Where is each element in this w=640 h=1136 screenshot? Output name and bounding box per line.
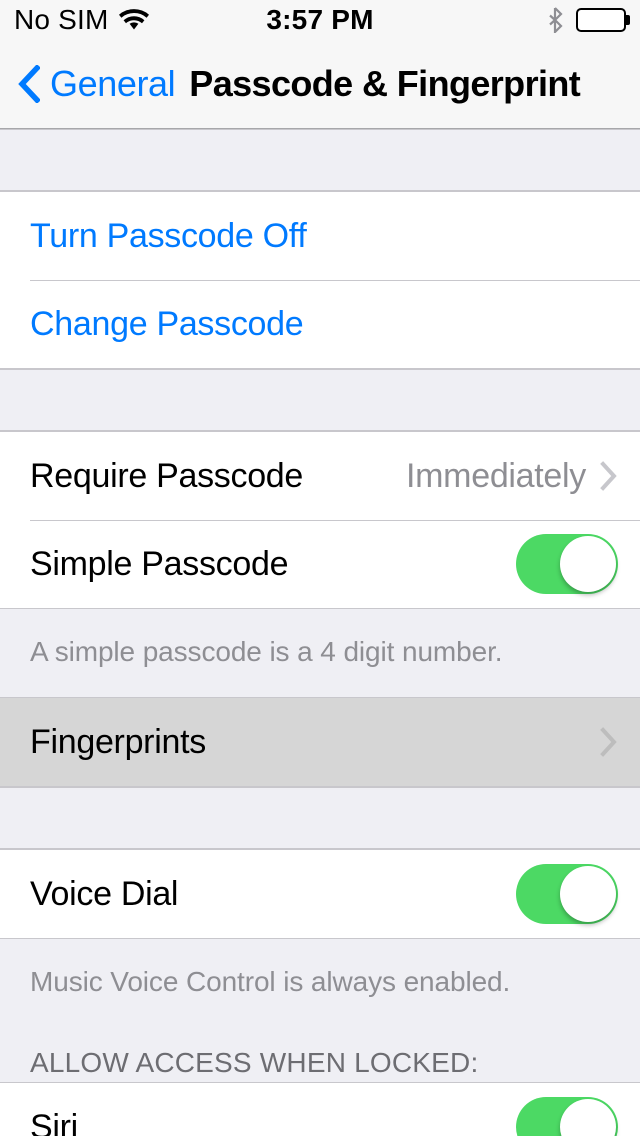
row-accessory bbox=[600, 727, 618, 757]
footer-voice-dial-block: Music Voice Control is always enabled. A… bbox=[0, 939, 640, 1082]
siri-toggle[interactable] bbox=[516, 1097, 618, 1136]
row-label: Require Passcode bbox=[30, 456, 304, 495]
section-allow-access: Siri bbox=[0, 1082, 640, 1136]
row-label: Siri bbox=[30, 1107, 78, 1136]
section-fingerprints: Fingerprints bbox=[0, 697, 640, 787]
row-label: Simple Passcode bbox=[30, 544, 289, 583]
section-gap-2 bbox=[0, 787, 640, 849]
section-gap-1 bbox=[0, 369, 640, 431]
battery-icon bbox=[576, 8, 630, 32]
footer-voice-dial: Music Voice Control is always enabled. bbox=[30, 966, 511, 997]
back-button[interactable]: General bbox=[18, 63, 176, 105]
section-gap-top bbox=[0, 129, 640, 191]
section-passcode-options: Require Passcode Immediately Simple Pass… bbox=[0, 431, 640, 609]
status-bar: No SIM 3:57 PM bbox=[0, 0, 640, 40]
row-label: Change Passcode bbox=[30, 304, 304, 343]
chevron-right-icon bbox=[600, 461, 618, 491]
footer-simple-passcode: A simple passcode is a 4 digit number. bbox=[30, 636, 503, 667]
row-change-passcode[interactable]: Change Passcode bbox=[0, 280, 640, 368]
section-passcode-actions: Turn Passcode Off Change Passcode bbox=[0, 191, 640, 369]
status-bar-right bbox=[548, 7, 630, 33]
row-fingerprints[interactable]: Fingerprints bbox=[0, 698, 640, 786]
chevron-right-icon bbox=[600, 727, 618, 757]
row-siri[interactable]: Siri bbox=[0, 1083, 640, 1136]
row-accessory: Immediately bbox=[406, 457, 618, 496]
footer-simple-passcode-block: A simple passcode is a 4 digit number. bbox=[0, 609, 640, 697]
row-label: Voice Dial bbox=[30, 874, 179, 913]
voice-dial-toggle[interactable] bbox=[516, 864, 618, 924]
row-voice-dial[interactable]: Voice Dial bbox=[0, 850, 640, 938]
row-value: Immediately bbox=[406, 456, 586, 495]
simple-passcode-toggle[interactable] bbox=[516, 534, 618, 594]
carrier-label: No SIM bbox=[14, 4, 109, 35]
status-bar-left: No SIM bbox=[14, 4, 149, 36]
back-button-label: General bbox=[50, 63, 176, 104]
chevron-left-icon bbox=[18, 65, 40, 103]
row-label: Fingerprints bbox=[30, 722, 206, 761]
section-voice-dial: Voice Dial bbox=[0, 849, 640, 939]
row-label: Turn Passcode Off bbox=[30, 216, 307, 255]
section-header-allow-access: ALLOW ACCESS WHEN LOCKED: bbox=[30, 1046, 479, 1078]
bluetooth-icon bbox=[548, 7, 564, 33]
page-title: Passcode & Fingerprint bbox=[189, 63, 581, 104]
row-turn-passcode-off[interactable]: Turn Passcode Off bbox=[0, 192, 640, 280]
row-simple-passcode[interactable]: Simple Passcode bbox=[0, 520, 640, 608]
settings-screen: No SIM 3:57 PM General Passcode & Finger… bbox=[0, 0, 640, 1136]
wifi-icon bbox=[118, 9, 149, 31]
row-accessory bbox=[516, 1097, 618, 1136]
row-accessory bbox=[516, 534, 618, 594]
row-require-passcode[interactable]: Require Passcode Immediately bbox=[0, 432, 640, 520]
navigation-bar: General Passcode & Fingerprint bbox=[0, 40, 640, 129]
row-accessory bbox=[516, 864, 618, 924]
